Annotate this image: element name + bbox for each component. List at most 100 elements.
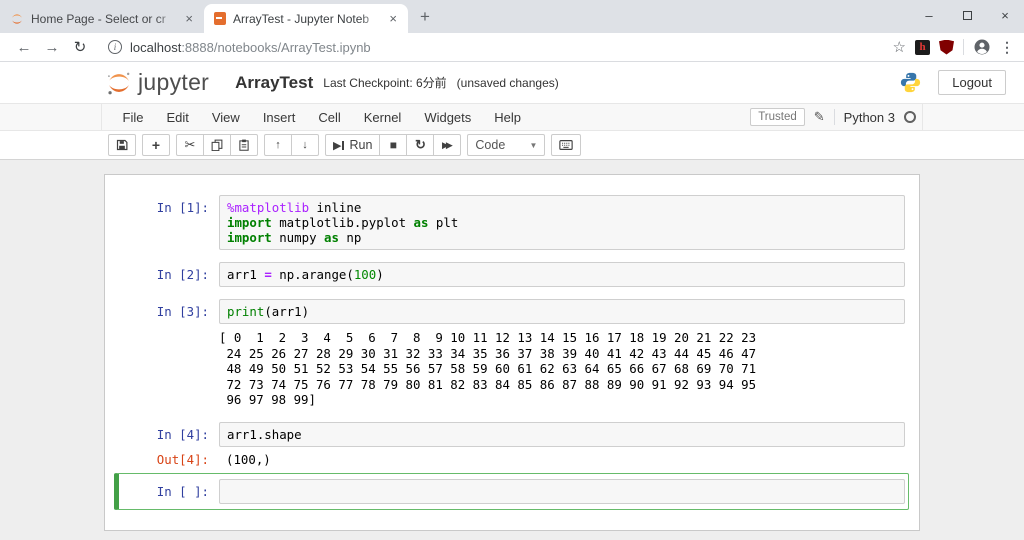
cell-input-prompt: In [3]: <box>122 299 219 324</box>
cell-output-text: [ 0 1 2 3 4 5 6 7 8 9 10 11 12 13 14 15 … <box>219 330 905 408</box>
jupyter-ring-icon <box>10 12 24 26</box>
cell-input-row: In [2]:arr1 = np.arange(100) <box>122 262 905 287</box>
code-input[interactable]: print(arr1) <box>219 299 905 324</box>
code-input[interactable]: arr1.shape <box>219 422 905 447</box>
unsaved-changes-label: (unsaved changes) <box>457 76 559 90</box>
logout-button[interactable]: Logout <box>938 70 1006 95</box>
cell-result-content: (100,) <box>219 447 905 467</box>
profile-avatar-icon[interactable] <box>973 38 991 56</box>
cell-content: arr1.shape <box>219 422 905 447</box>
urlbar-actions: ☆ h ⋮ <box>893 38 1014 56</box>
jupyter-logo[interactable]: jupyter <box>106 69 209 96</box>
notebook-cell[interactable]: In [ ]: <box>114 473 909 510</box>
code-input[interactable] <box>219 479 905 504</box>
page-info-icon[interactable]: i <box>108 40 122 54</box>
chrome-menu-icon[interactable]: ⋮ <box>1000 39 1014 56</box>
paste-cell-button[interactable] <box>230 134 258 156</box>
new-tab-button[interactable]: + <box>408 7 442 33</box>
jupyter-logo-icon <box>106 70 132 96</box>
url-bar: ← → ↻ i localhost:8888/notebooks/ArrayTe… <box>0 33 1024 62</box>
browser-window: Home Page - Select or cr × ArrayTest - J… <box>0 0 1024 540</box>
notebook-cell[interactable]: In [3]:print(arr1) [ 0 1 2 3 4 5 6 7 8 9 … <box>114 293 909 416</box>
tab-arraytest[interactable]: ArrayTest - Jupyter Noteb × <box>204 4 408 33</box>
tab-strip: Home Page - Select or cr × ArrayTest - J… <box>0 0 1024 33</box>
cell-output-prompt-empty <box>122 324 219 410</box>
menu-cell[interactable]: Cell <box>307 110 352 125</box>
tab-home-page[interactable]: Home Page - Select or cr × <box>0 4 204 33</box>
code-text: arr1 = np.arange(100) <box>227 267 900 282</box>
menu-file[interactable]: File <box>111 110 155 125</box>
extension-h-icon[interactable]: h <box>915 40 930 55</box>
cell-output-content: [ 0 1 2 3 4 5 6 7 8 9 10 11 12 13 14 15 … <box>219 324 905 410</box>
code-input[interactable]: %matplotlib inline import matplotlib.pyp… <box>219 195 905 250</box>
notebook-container: In [1]:%matplotlib inline import matplot… <box>104 174 920 531</box>
run-icon: ▶ <box>333 139 341 152</box>
notebook-cell[interactable]: In [4]:arr1.shapeOut[4]:(100,) <box>114 416 909 473</box>
menu-help[interactable]: Help <box>483 110 533 125</box>
back-icon[interactable]: ← <box>10 39 38 56</box>
interrupt-kernel-button[interactable]: ■ <box>379 134 407 156</box>
cell-input-prompt: In [4]: <box>122 422 219 447</box>
toolbar: + ✂ <box>0 131 1024 160</box>
bookmark-star-icon[interactable]: ☆ <box>893 38 906 56</box>
tab-title: ArrayTest - Jupyter Noteb <box>233 12 382 26</box>
cell-input-row: In [ ]: <box>122 479 905 504</box>
code-input[interactable]: arr1 = np.arange(100) <box>219 262 905 287</box>
save-button[interactable] <box>108 134 136 156</box>
divider <box>963 39 964 55</box>
close-window-button[interactable]: × <box>986 8 1024 23</box>
trusted-button[interactable]: Trusted <box>750 108 805 126</box>
minimize-button[interactable]: – <box>910 8 948 23</box>
menu-bar: File Edit View Insert Cell Kernel Widget… <box>0 103 1024 131</box>
copy-icon <box>211 139 223 151</box>
cell-output-row: [ 0 1 2 3 4 5 6 7 8 9 10 11 12 13 14 15 … <box>122 324 905 410</box>
tab-close-icon[interactable]: × <box>182 11 196 26</box>
restore-button[interactable] <box>948 8 986 23</box>
pencil-icon: ✎ <box>814 109 825 125</box>
code-text: %matplotlib inline import matplotlib.pyp… <box>227 200 900 245</box>
menu-widgets[interactable]: Widgets <box>413 110 483 125</box>
address-input[interactable]: localhost:8888/notebooks/ArrayTest.ipynb <box>130 40 893 55</box>
cell-input-row: In [3]:print(arr1) <box>122 299 905 324</box>
notebook-cell[interactable]: In [2]:arr1 = np.arange(100) <box>114 256 909 293</box>
keyboard-icon <box>559 139 573 151</box>
command-palette-button[interactable] <box>551 134 581 156</box>
cell-result-row: Out[4]:(100,) <box>122 447 905 467</box>
cell-content: arr1 = np.arange(100) <box>219 262 905 287</box>
cell-input-row: In [4]:arr1.shape <box>122 422 905 447</box>
url-path: :8888/notebooks/ArrayTest.ipynb <box>181 40 370 55</box>
notebook-favicon-icon <box>214 12 226 25</box>
restart-kernel-button[interactable]: ↻ <box>406 134 434 156</box>
header-right: Logout <box>899 70 1006 95</box>
ublock-shield-icon[interactable] <box>939 40 954 55</box>
run-icon-bar <box>342 141 344 150</box>
restore-icon <box>963 11 972 20</box>
add-cell-button[interactable]: + <box>142 134 170 156</box>
cell-output-prompt: Out[4]: <box>122 447 219 467</box>
copy-cell-button[interactable] <box>203 134 231 156</box>
notebook-cell[interactable]: In [1]:%matplotlib inline import matplot… <box>114 189 909 256</box>
kernel-idle-icon <box>904 111 916 123</box>
cell-result-value: (100,) <box>219 447 905 467</box>
run-cell-button[interactable]: ▶Run <box>325 134 380 156</box>
menu-kernel[interactable]: Kernel <box>352 110 413 125</box>
divider <box>834 109 835 125</box>
restart-run-all-button[interactable]: ▶▶ <box>433 134 461 156</box>
paste-icon <box>238 139 250 151</box>
notebook-title[interactable]: ArrayTest <box>235 73 313 93</box>
kernel-name: Python 3 <box>844 110 895 125</box>
refresh-icon[interactable]: ↻ <box>66 38 94 56</box>
move-cell-down-button[interactable]: ↓ <box>291 134 319 156</box>
menu-edit[interactable]: Edit <box>155 110 200 125</box>
forward-icon[interactable]: → <box>38 39 66 56</box>
tab-close-icon[interactable]: × <box>386 11 400 26</box>
tab-title: Home Page - Select or cr <box>31 12 178 26</box>
cell-content: print(arr1) <box>219 299 905 324</box>
cut-cell-button[interactable]: ✂ <box>176 134 204 156</box>
menu-insert[interactable]: Insert <box>251 110 307 125</box>
cell-type-value: Code <box>475 138 505 152</box>
cell-type-dropdown[interactable]: Code ▼ <box>467 134 545 156</box>
notebook-area: In [1]:%matplotlib inline import matplot… <box>0 160 1024 540</box>
menu-view[interactable]: View <box>200 110 251 125</box>
move-cell-up-button[interactable]: ↑ <box>264 134 292 156</box>
